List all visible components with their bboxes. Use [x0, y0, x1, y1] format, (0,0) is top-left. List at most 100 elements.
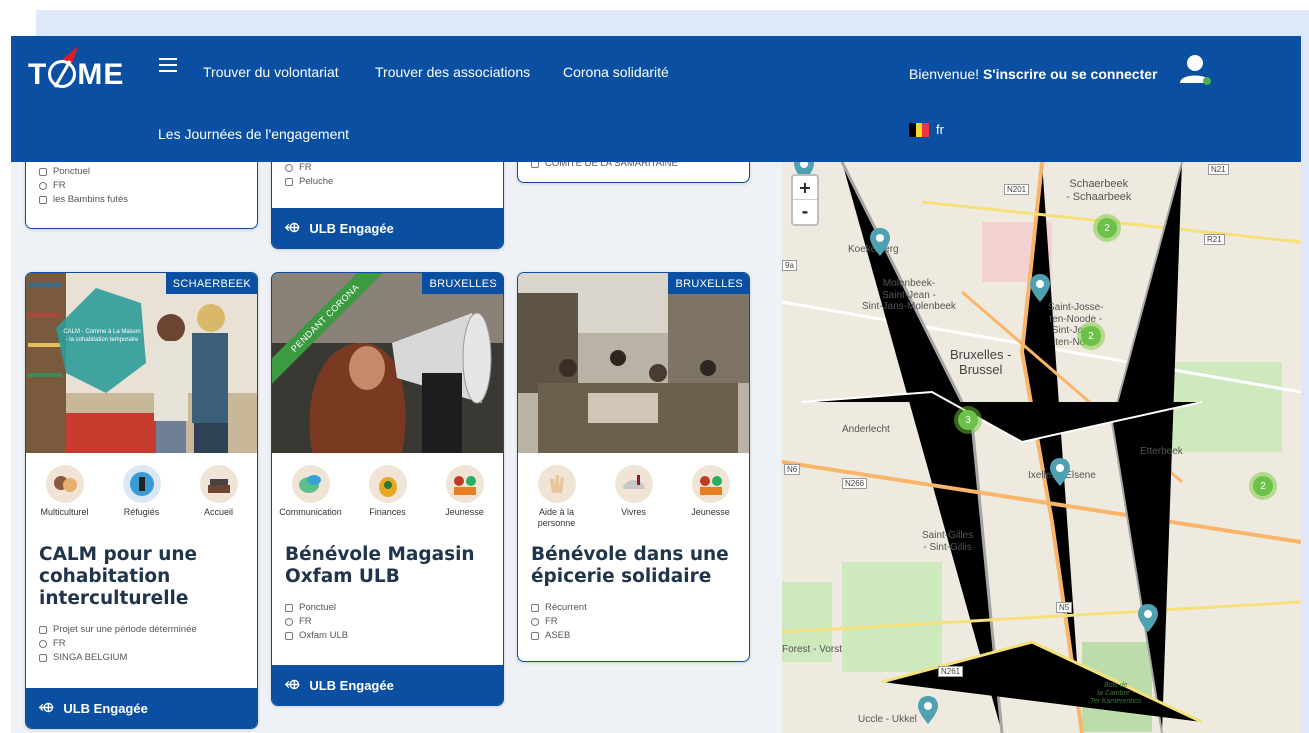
map-cluster[interactable]: 2	[1077, 322, 1105, 350]
building-icon	[39, 196, 47, 204]
language-selector[interactable]: fr	[909, 122, 944, 137]
card-title[interactable]: Bénévole dans une épicerie solidaire	[531, 544, 741, 588]
card-title[interactable]: Bénévole Magasin Oxfam ULB	[285, 544, 495, 588]
map-cluster[interactable]: 2	[1249, 472, 1277, 500]
meta-frequency: Récurrent	[545, 602, 587, 613]
navbar: T ME Trouver du volontariat Trouver des a…	[11, 36, 1301, 162]
calendar-icon	[39, 626, 47, 634]
meta-organization: les Bambins futés	[53, 194, 128, 205]
road-label-n5: N5	[1056, 602, 1073, 613]
youth-icon	[445, 465, 484, 503]
card-tags: Aide à la personne Vivres Jeunesse	[518, 465, 749, 530]
meta-language: FR	[299, 162, 312, 173]
hand-icon	[537, 465, 576, 503]
nav-engagement-days[interactable]: Les Journées de l'engagement	[158, 126, 349, 142]
tag-multiculturel: Multiculturel	[29, 465, 101, 518]
globe-icon	[39, 640, 47, 648]
belgium-flag-icon	[909, 122, 930, 137]
image-caption: CALM - Comme à La Maison - la cohabitati…	[63, 329, 141, 343]
place-badge: BRUXELLES	[668, 273, 749, 294]
logo-text: T ME	[28, 58, 125, 91]
meta-language: FR	[299, 616, 312, 627]
menu-icon[interactable]	[159, 58, 177, 72]
place-badge: SCHAERBEEK	[165, 273, 257, 294]
road-label-n266: N266	[842, 478, 868, 489]
map-label-forest: Forest - Vorst	[782, 644, 843, 655]
tag-finances: Finances	[352, 465, 424, 518]
building-icon	[531, 632, 539, 640]
tag-aide-personne: Aide à la personne	[521, 465, 593, 530]
tag-refugies: Réfugiés	[106, 465, 178, 518]
card-footer[interactable]: ⬲ ULB Engagée	[272, 665, 503, 705]
meta-language: FR	[53, 638, 66, 649]
card-meta: Ponctuel FR les Bambins futés	[39, 165, 128, 207]
zoom-out-button[interactable]: -	[793, 200, 817, 224]
road-label-n6: N6	[784, 464, 801, 475]
road-label-n21: N21	[1208, 164, 1229, 175]
road-label-n261: N261	[938, 666, 964, 677]
card-tags: Multiculturel Réfugiés Accueil	[26, 465, 257, 518]
tag-jeunesse: Jeunesse	[429, 465, 501, 518]
card-image: CALM - Comme à La Maison - la cohabitati…	[26, 273, 257, 453]
calendar-icon	[531, 604, 539, 612]
map-label-bois: Bois de la Cambre - Ter Kamerenbos	[1090, 682, 1142, 706]
tag-icon: ⬲	[39, 700, 54, 715]
opportunity-card-calm[interactable]: CALM - Comme à La Maison - la cohabitati…	[25, 272, 258, 729]
tag-vivres: Vivres	[598, 465, 670, 530]
multicultural-icon	[45, 465, 84, 503]
map[interactable]: + - Schaerbeek - Schaarbeek Koekelberg M…	[782, 162, 1301, 733]
globe-icon	[285, 618, 293, 626]
map-pin-icon[interactable]	[870, 228, 890, 256]
welcome-area: Bienvenue! S'inscrire ou se connecter	[909, 66, 1157, 82]
tag-accueil: Accueil	[183, 465, 255, 518]
meta-frequency: Ponctuel	[299, 602, 336, 613]
map-label-bruxelles: Bruxelles - Brussel	[950, 347, 1012, 377]
meta-language: FR	[545, 616, 558, 627]
finances-icon	[368, 465, 407, 503]
map-pin-icon[interactable]	[1138, 604, 1158, 632]
refugee-icon	[122, 465, 161, 503]
place-badge: BRUXELLES	[422, 273, 503, 294]
card-title[interactable]: CALM pour une cohabitation interculturel…	[39, 544, 249, 610]
card-meta: Récurrent FR ASEB	[531, 601, 587, 643]
map-pin-icon[interactable]	[918, 696, 938, 724]
meta-organization: Oxfam ULB	[299, 630, 349, 641]
zoom-in-button[interactable]: +	[793, 176, 817, 200]
map-cluster[interactable]: 2	[1093, 214, 1121, 242]
footer-label: ULB Engagée	[63, 700, 148, 716]
opportunity-card-oxfam[interactable]: PENDANT CORONA BRUXELLES Communication F…	[271, 272, 504, 706]
tag-icon: ⬲	[285, 220, 300, 235]
map-label-schaerbeek: Schaerbeek - Schaarbeek	[1066, 178, 1132, 203]
nav-corona-solidarity[interactable]: Corona solidarité	[563, 64, 669, 80]
footer-label: ULB Engagée	[309, 677, 394, 693]
map-cluster[interactable]: 3	[954, 406, 982, 434]
map-label-saint-gilles: Saint-Gilles - Sint-Gillis	[922, 530, 974, 553]
tag-icon: ⬲	[285, 677, 300, 692]
user-avatar-icon[interactable]	[1177, 52, 1213, 88]
meta-organization: SINGA BELGIUM	[53, 652, 128, 663]
card-meta: FR Peluche	[285, 161, 333, 189]
meta-language: FR	[53, 180, 66, 191]
map-label-molenbeek: Molenbeek- Saint-Jean - Sint-Jans-Molenb…	[862, 278, 956, 312]
zoom-control: + -	[791, 174, 819, 226]
welcome-text: Bienvenue!	[909, 66, 980, 82]
map-pin-icon[interactable]	[1030, 274, 1050, 302]
nav-find-associations[interactable]: Trouver des associations	[375, 64, 530, 80]
card-meta: Projet sur une période déterminée FR SIN…	[39, 623, 197, 665]
opportunity-card-aseb[interactable]: BRUXELLES Aide à la personne Vivres Jeun…	[517, 272, 750, 662]
road-label-r21: R21	[1204, 234, 1225, 245]
time-logo[interactable]: T ME	[28, 42, 148, 100]
map-label-etterbeek: Etterbeek	[1140, 446, 1183, 457]
map-pin-icon[interactable]	[1050, 458, 1070, 486]
footer-label: ULB Engagée	[309, 220, 394, 236]
meta-organization: Peluche	[299, 176, 334, 187]
card-image: PENDANT CORONA BRUXELLES	[272, 273, 503, 453]
meta-frequency: Ponctuel	[53, 166, 90, 177]
card-image: BRUXELLES	[518, 273, 749, 453]
youth-icon	[691, 465, 730, 503]
card-footer[interactable]: ⬲ ULB Engagée	[26, 688, 257, 728]
card-footer[interactable]: ⬲ ULB Engagée	[272, 208, 503, 248]
nav-find-volunteering[interactable]: Trouver du volontariat	[203, 64, 339, 80]
login-link[interactable]: S'inscrire ou se connecter	[983, 66, 1158, 82]
communication-icon	[291, 465, 330, 503]
